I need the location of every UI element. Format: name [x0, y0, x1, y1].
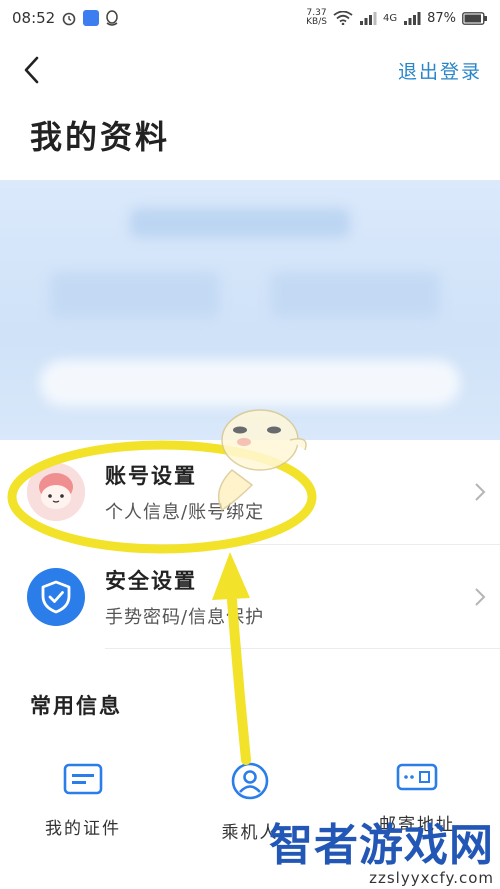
security-settings-text: 安全设置 手势密码/信息保护 — [105, 565, 264, 629]
blurred-stat-left — [50, 272, 220, 318]
menu-row-account-settings[interactable]: 账号设置 个人信息/账号绑定 — [0, 440, 500, 544]
shortcut-my-documents[interactable]: 我的证件 — [23, 762, 143, 839]
qq-icon — [106, 10, 118, 26]
signal-bars-icon-2 — [404, 12, 421, 25]
common-info-title: 常用信息 — [30, 693, 122, 718]
shortcut-mailing-address[interactable]: 邮寄地址 — [357, 762, 477, 835]
status-left: 08:52 — [12, 9, 119, 27]
account-settings-text: 账号设置 个人信息/账号绑定 — [105, 460, 264, 524]
status-bar: 08:52 7.37 KB/S 4G 87% — [0, 0, 500, 36]
shortcut-label: 邮寄地址 — [379, 815, 455, 835]
account-settings-title: 账号设置 — [105, 463, 197, 488]
shortcut-passengers[interactable]: 乘机人 — [190, 762, 310, 843]
security-settings-subtitle: 手势密码/信息保护 — [105, 607, 265, 628]
shortcut-label: 我的证件 — [45, 819, 121, 839]
security-settings-title: 安全设置 — [105, 568, 197, 593]
menu-row-security-settings[interactable]: 安全设置 手势密码/信息保护 — [0, 545, 500, 649]
app-notification-icon — [83, 10, 100, 26]
alarm-icon — [62, 12, 76, 26]
avatar-icon — [27, 463, 85, 521]
net-speed-unit: KB/S — [306, 17, 327, 27]
chevron-right-icon — [475, 588, 486, 606]
back-button[interactable] — [16, 50, 46, 90]
status-right: 7.37 KB/S 4G 87% — [306, 9, 488, 27]
blurred-stat-right — [270, 272, 440, 318]
top-nav: 退出登录 — [0, 40, 500, 100]
account-settings-subtitle: 个人信息/账号绑定 — [105, 502, 265, 523]
person-icon — [231, 762, 269, 800]
battery-icon — [462, 11, 487, 25]
divider — [105, 648, 500, 649]
shield-check-icon — [27, 568, 85, 626]
wifi-icon — [333, 11, 353, 25]
battery-percent: 87% — [427, 10, 456, 26]
blurred-action-bar — [40, 360, 460, 406]
watermark-url: zzslyyxcfy.com — [369, 869, 494, 887]
id-card-icon — [63, 763, 103, 795]
status-time: 08:52 — [12, 9, 56, 27]
shortcut-label: 乘机人 — [221, 823, 279, 843]
blurred-username — [130, 208, 350, 238]
address-card-icon — [396, 763, 438, 791]
network-type: 4G — [382, 12, 398, 24]
logout-button[interactable]: 退出登录 — [398, 57, 482, 84]
chevron-right-icon — [475, 483, 486, 501]
page-title: 我的资料 — [30, 118, 171, 156]
signal-bars-icon — [359, 12, 377, 25]
profile-card[interactable] — [0, 180, 500, 440]
chevron-left-icon — [24, 56, 39, 84]
net-speed: 7.37 KB/S — [306, 9, 327, 27]
